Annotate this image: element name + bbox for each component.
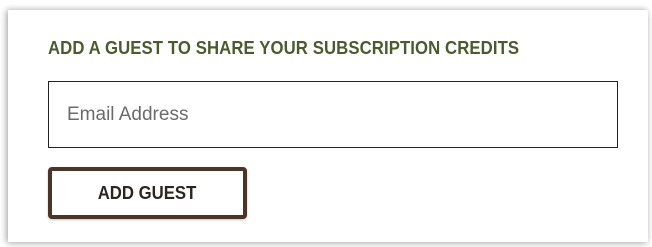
- add-guest-button-label: ADD GUEST: [98, 182, 197, 203]
- add-guest-heading: ADD A GUEST TO SHARE YOUR SUBSCRIPTION C…: [48, 38, 520, 58]
- email-address-input[interactable]: [48, 81, 618, 148]
- page: ADD A GUEST TO SHARE YOUR SUBSCRIPTION C…: [0, 0, 652, 247]
- add-guest-panel: ADD A GUEST TO SHARE YOUR SUBSCRIPTION C…: [8, 10, 648, 242]
- add-guest-button[interactable]: ADD GUEST: [48, 167, 247, 219]
